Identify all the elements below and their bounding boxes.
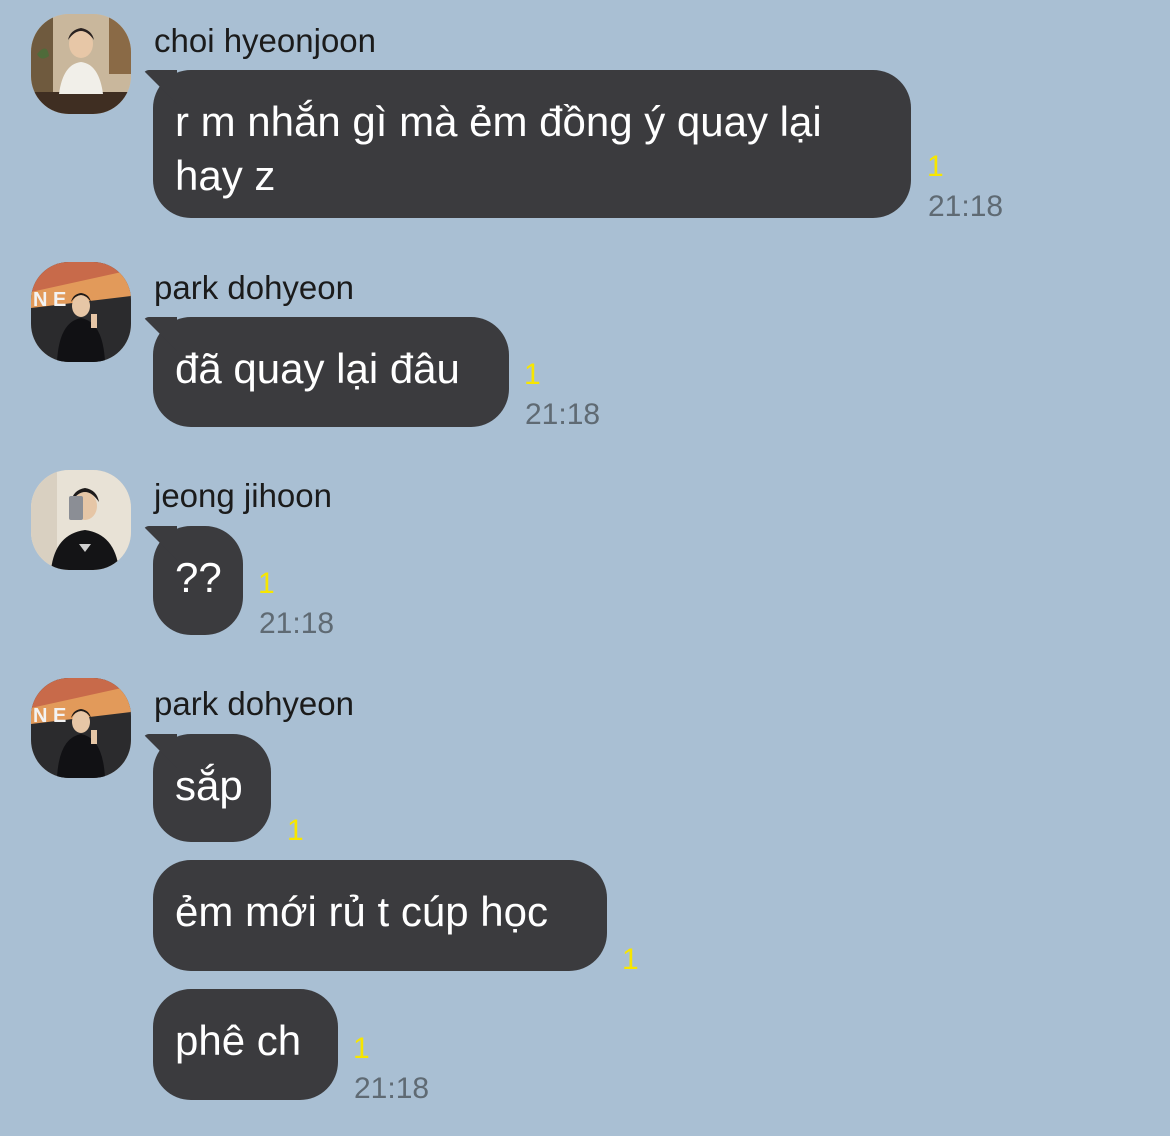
- avatar[interactable]: N E: [31, 262, 131, 362]
- message-text: ẻm mới rủ t cúp học: [175, 888, 548, 935]
- sender-name: choi hyeonjoon: [154, 22, 377, 59]
- message-text: đã quay lại đâu: [175, 345, 460, 392]
- message-bubble[interactable]: phê ch: [153, 989, 338, 1100]
- timestamp: 21:18: [354, 1072, 430, 1105]
- message-text: ??: [175, 554, 222, 601]
- message-bubble[interactable]: r m nhắn gì mà ẻm đồng ý quay lại hay z: [153, 70, 911, 218]
- unread-count: 1: [258, 567, 275, 600]
- profile-photo-icon: N E: [31, 678, 131, 778]
- unread-count: 1: [524, 358, 541, 391]
- message-bubble[interactable]: ẻm mới rủ t cúp học: [153, 860, 607, 971]
- profile-photo-icon: [31, 470, 131, 570]
- message-text: r m nhắn gì mà ẻm đồng ý quay lại hay z: [175, 98, 822, 199]
- unread-count: 1: [287, 814, 304, 847]
- sender-name: park dohyeon: [154, 685, 354, 722]
- message-bubble[interactable]: đã quay lại đâu: [153, 317, 509, 427]
- timestamp: 21:18: [259, 607, 335, 640]
- message-bubble[interactable]: ??: [153, 526, 243, 635]
- svg-text:N E: N E: [33, 705, 66, 727]
- message-text: sắp: [175, 762, 243, 809]
- avatar[interactable]: [31, 14, 131, 114]
- profile-photo-icon: N E: [31, 262, 131, 362]
- sender-name: jeong jihoon: [154, 477, 332, 514]
- svg-text:N E: N E: [33, 289, 66, 311]
- sender-name: park dohyeon: [154, 269, 354, 306]
- unread-count: 1: [353, 1032, 370, 1065]
- avatar[interactable]: [31, 470, 131, 570]
- profile-photo-icon: [31, 14, 131, 114]
- unread-count: 1: [622, 943, 639, 976]
- avatar[interactable]: N E: [31, 678, 131, 778]
- timestamp: 21:18: [928, 190, 1004, 223]
- message-text: phê ch: [175, 1017, 302, 1064]
- unread-count: 1: [927, 150, 944, 183]
- timestamp: 21:18: [525, 398, 601, 431]
- message-bubble[interactable]: sắp: [153, 734, 271, 842]
